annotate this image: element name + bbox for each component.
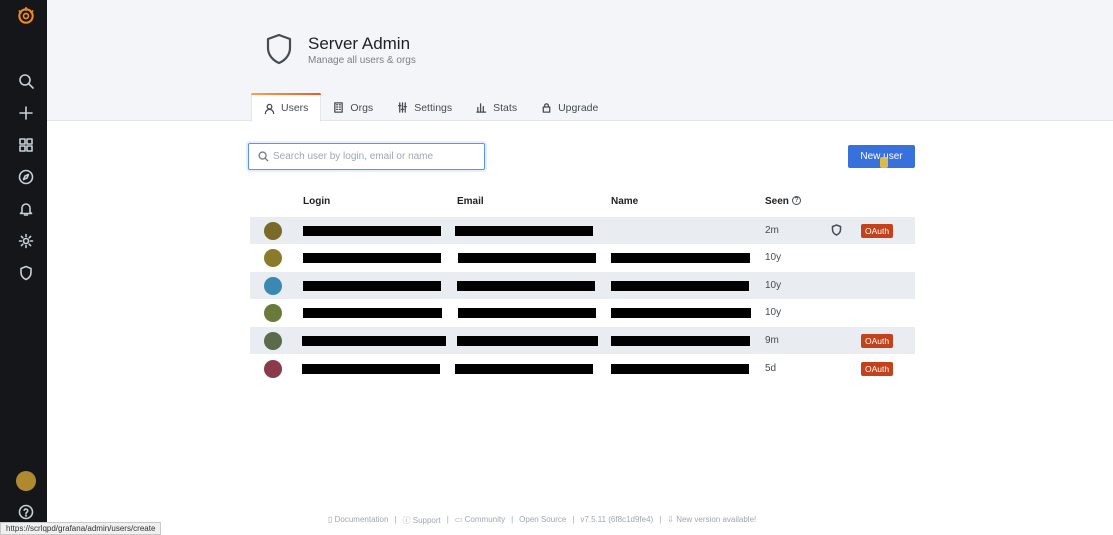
status-bar-url: https://scrlqpd/grafana/admin/users/crea…	[0, 522, 162, 535]
tab-label: Stats	[493, 101, 518, 114]
seen-cell: 10y	[765, 252, 782, 263]
seen-cell: 10y	[765, 280, 782, 291]
search-box	[248, 143, 485, 170]
name-cell-redacted	[611, 281, 749, 291]
table-row[interactable]: 2m OAuth	[250, 217, 915, 244]
seen-cell: 2m	[765, 225, 779, 236]
user-icon	[264, 103, 275, 114]
shield-icon	[265, 33, 293, 65]
footer-separator: |	[394, 515, 397, 524]
column-header-name: Name	[611, 196, 639, 207]
plus-icon[interactable]	[16, 103, 36, 123]
tab-orgs[interactable]: Orgs	[321, 93, 385, 122]
avatar	[264, 249, 282, 267]
search-icon[interactable]	[16, 71, 36, 91]
gear-icon[interactable]	[16, 231, 36, 251]
footer-support-link[interactable]: ⓘ Support	[403, 515, 441, 526]
email-cell-redacted	[458, 253, 596, 263]
login-cell-redacted	[302, 364, 440, 374]
table-row[interactable]: 10y	[250, 272, 915, 299]
login-cell-redacted	[303, 226, 441, 236]
footer: ▯ Documentation | ⓘ Support | ▭ Communit…	[328, 515, 756, 526]
sliders-icon	[398, 102, 408, 113]
shield-icon[interactable]	[16, 263, 36, 283]
footer-community-link[interactable]: ▭ Community	[455, 515, 505, 526]
footer-separator: |	[659, 515, 662, 524]
login-cell-redacted	[302, 336, 446, 346]
page-subtitle: Manage all users & orgs	[308, 55, 416, 66]
tab-users[interactable]: Users	[251, 93, 322, 122]
building-icon	[334, 102, 344, 113]
tab-bar: Users Orgs Settings Stats Upgrade	[251, 93, 610, 122]
name-cell-redacted	[611, 336, 750, 346]
avatar	[264, 360, 282, 378]
footer-new-version-link[interactable]: ⇩ New version available!	[667, 515, 756, 526]
seen-cell: 9m	[765, 335, 779, 346]
avatar	[264, 222, 282, 240]
sidebar	[0, 0, 47, 535]
table-row[interactable]: 10y	[250, 244, 915, 271]
footer-separator: |	[511, 515, 514, 524]
table-row[interactable]: 5d OAuth	[250, 355, 915, 382]
footer-separator: |	[446, 515, 449, 524]
seen-cell: 10y	[765, 307, 782, 318]
tab-upgrade[interactable]: Upgrade	[529, 93, 610, 122]
grafana-logo-icon[interactable]	[16, 6, 36, 26]
avatar	[264, 277, 282, 295]
name-cell-redacted	[611, 364, 749, 374]
lock-icon	[542, 103, 551, 113]
admin-shield-icon	[831, 224, 842, 236]
login-cell-redacted	[303, 253, 441, 263]
footer-version: v7.5.11 (6f8c1d9fe4)	[580, 515, 654, 524]
oauth-badge: OAuth	[861, 224, 894, 238]
email-cell-redacted	[457, 336, 598, 346]
oauth-badge: OAuth	[861, 362, 894, 376]
alerting-icon[interactable]	[16, 199, 36, 219]
table-header: Login Email Name Seen?	[250, 196, 915, 210]
table-row[interactable]: 9m OAuth	[250, 327, 915, 354]
footer-open-source-link[interactable]: Open Source	[519, 515, 566, 526]
footer-separator: |	[572, 515, 575, 524]
email-cell-redacted	[455, 364, 593, 374]
tab-label: Settings	[414, 101, 453, 114]
tab-label: Orgs	[350, 101, 374, 114]
column-header-seen: Seen?	[765, 196, 801, 207]
email-cell-redacted	[457, 281, 595, 291]
tab-stats[interactable]: Stats	[464, 93, 529, 122]
email-cell-redacted	[458, 308, 596, 318]
email-cell-redacted	[455, 226, 593, 236]
column-header-email: Email	[457, 196, 484, 207]
avatar	[264, 304, 282, 322]
dashboards-icon[interactable]	[16, 135, 36, 155]
help-icon[interactable]: ?	[791, 196, 801, 205]
user-avatar[interactable]	[16, 471, 36, 491]
login-cell-redacted	[303, 308, 442, 318]
tab-label: Users	[281, 102, 309, 114]
avatar	[264, 332, 282, 350]
bar-chart-icon	[476, 103, 487, 113]
name-cell-redacted	[611, 308, 751, 318]
explore-icon[interactable]	[16, 167, 36, 187]
seen-cell: 5d	[765, 363, 777, 374]
tab-settings[interactable]: Settings	[385, 93, 464, 122]
mouse-cursor-icon	[880, 157, 888, 168]
login-cell-redacted	[303, 281, 441, 291]
page-title: Server Admin	[308, 34, 411, 53]
column-header-login: Login	[303, 196, 331, 207]
table-row[interactable]: 10y	[250, 299, 915, 326]
search-input[interactable]	[273, 151, 473, 162]
footer-documentation-link[interactable]: ▯ Documentation	[328, 515, 388, 526]
tab-label: Upgrade	[558, 101, 599, 114]
search-icon	[258, 151, 269, 162]
oauth-badge: OAuth	[861, 334, 894, 348]
name-cell-redacted	[611, 253, 750, 263]
help-icon[interactable]	[16, 502, 36, 522]
